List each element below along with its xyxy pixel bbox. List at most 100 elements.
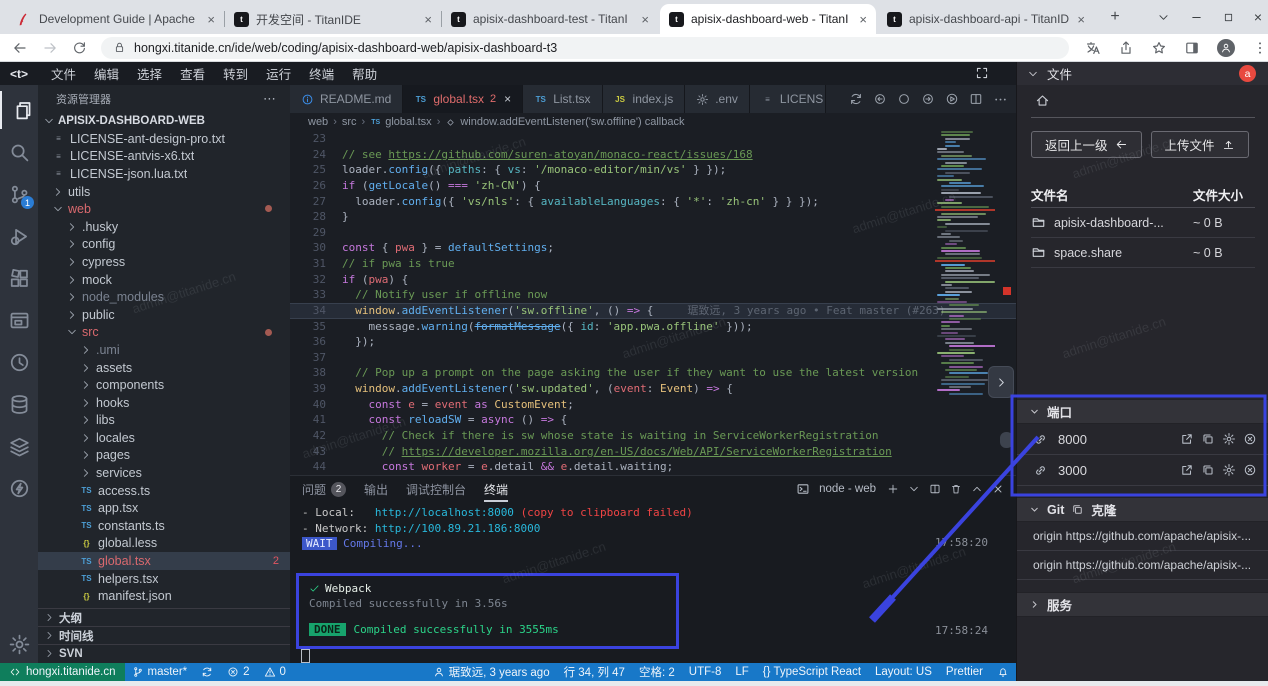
settings-activity-item[interactable] [0,625,38,663]
terminal-icon[interactable] [796,482,810,496]
status-item[interactable]: 行 34, 列 47 [557,664,632,680]
fullscreen-icon[interactable] [975,66,989,80]
browser-tab[interactable]: tapisix-dashboard-api - TitanID× [878,4,1094,34]
window-close-icon[interactable]: × [1254,9,1262,25]
home-icon[interactable] [1035,93,1050,108]
copy-icon[interactable] [1201,463,1215,477]
scrollbar-slider[interactable] [1000,432,1013,448]
split-editor-icon[interactable] [929,483,941,495]
extensions-activity-item[interactable] [0,259,38,297]
code-area[interactable]: 2324// see https://github.com/suren-atoy… [290,131,1016,475]
tree-item[interactable]: ≡LICENSE-antvis-x6.txt [38,148,290,166]
tree-item[interactable]: hooks [38,394,290,412]
tree-item[interactable]: ≡LICENSE-json.lua.txt [38,165,290,183]
status-item[interactable]: 空格: 2 [632,664,682,680]
panel-tab[interactable]: 输出 [364,476,388,502]
breadcrumb-item[interactable]: window.addEventListener('sw.offline') ca… [445,116,684,128]
tree-item[interactable]: web [38,200,290,218]
status-item[interactable] [194,666,220,678]
refresh-icon[interactable] [72,40,87,55]
url-bar[interactable]: hongxi.titanide.cn/ide/web/coding/apisix… [101,37,1069,59]
chevron-up-icon[interactable] [971,483,983,495]
power-activity-item[interactable] [0,469,38,507]
trash-icon[interactable] [950,483,962,495]
share-icon[interactable] [1118,40,1134,56]
tree-item[interactable]: TShelpers.tsx [38,570,290,588]
tree-item[interactable]: cypress [38,253,290,271]
upload-file-button[interactable]: 上传文件 [1151,131,1249,158]
tree-item[interactable]: pages [38,447,290,465]
star-icon[interactable] [1151,40,1167,56]
source-control-activity-item[interactable]: 1 [0,175,38,213]
tree-item[interactable]: TSapp.tsx [38,499,290,517]
tree-item[interactable]: components [38,376,290,394]
menu-dots-icon[interactable] [1252,40,1268,56]
minimap[interactable] [935,131,995,461]
close-icon[interactable]: × [424,13,432,26]
port-row[interactable]: 3000 [1017,455,1268,486]
panel-tab[interactable]: 调试控制台 [406,476,466,502]
git-section-header[interactable]: Git 克隆 [1017,497,1268,522]
go-up-button[interactable]: 返回上一级 [1031,131,1142,158]
browser-tab[interactable]: tapisix-dashboard-web - TitanI× [660,4,876,34]
tree-item[interactable]: {}manifest.json [38,587,290,605]
forward-icon[interactable] [42,40,58,56]
panel-tab[interactable]: 问题2 [302,476,346,502]
terminal-panel[interactable]: 问题2输出调试控制台终端 node - web - Local: http://… [290,475,1016,663]
status-item[interactable]: Layout: US [868,666,939,678]
services-section-header[interactable]: 服务 [1017,592,1268,617]
browser-tab[interactable]: Development Guide | Apache× [8,4,224,34]
sidebar-section-2[interactable]: 时间线 [38,626,290,644]
new-tab-button[interactable]: + [1102,4,1128,30]
close-icon[interactable]: × [641,13,649,26]
tree-item[interactable]: TSaccess.ts [38,482,290,500]
layers-activity-item[interactable] [0,427,38,465]
breadcrumb-item[interactable]: src [342,116,357,128]
code-editor[interactable]: README.mdTSglobal.tsx2×TSList.tsxJSindex… [290,85,1016,475]
status-item[interactable]: UTF-8 [682,666,729,678]
tree-item[interactable]: .husky [38,218,290,236]
tree-item[interactable]: src [38,324,290,342]
menu-item[interactable]: 帮助 [343,64,386,83]
breadcrumb-item[interactable]: TSglobal.tsx [370,116,431,128]
tree-item[interactable]: services [38,464,290,482]
editor-tab[interactable]: JSindex.js [603,85,686,113]
editor-tab[interactable]: ≡LICENS [750,85,826,113]
git-remote-row[interactable]: origin https://github.com/apache/apisix-… [1017,522,1268,551]
tree-item[interactable]: .umi [38,341,290,359]
copy-icon[interactable] [1201,432,1215,446]
close-circle-icon[interactable] [1243,463,1257,477]
close-icon[interactable] [992,483,1004,495]
menu-item[interactable]: 选择 [128,64,171,83]
status-item[interactable]: Prettier [939,666,990,678]
close-icon[interactable]: × [504,92,511,106]
split-editor-icon[interactable] [969,92,983,106]
status-item[interactable]: {} TypeScript React [756,666,868,678]
close-circle-icon[interactable] [1243,432,1257,446]
window-maximize-icon[interactable] [1223,12,1234,23]
status-item[interactable]: master* [125,666,195,678]
tree-item[interactable]: utils [38,183,290,201]
tree-item[interactable]: node_modules [38,288,290,306]
nav-back-icon[interactable] [873,92,887,106]
external-link-icon[interactable] [1180,463,1194,477]
editor-tab[interactable]: README.md [290,85,403,113]
right-panel-header[interactable]: 文件 a [1016,62,1268,85]
avatar-badge[interactable]: a [1239,65,1256,82]
tree-item[interactable]: libs [38,412,290,430]
status-item[interactable]: 琚致远, 3 years ago [426,664,557,680]
nav-forward-icon[interactable] [921,92,935,106]
expand-panel-button[interactable] [988,366,1014,398]
panel-tab[interactable]: 终端 [484,476,508,502]
port-row[interactable]: 8000 [1017,424,1268,455]
translate-icon[interactable] [1085,40,1101,56]
run-circle-icon[interactable] [945,92,959,106]
git-remote-row[interactable]: origin https://github.com/apache/apisix-… [1017,551,1268,580]
menu-item[interactable]: 终端 [300,64,343,83]
sidebar-section-1[interactable]: 大纲 [38,608,290,626]
ports-section-header[interactable]: 端口 [1017,399,1268,424]
browser-tab[interactable]: t开发空间 - TitanIDE× [225,4,441,34]
tree-item[interactable]: TSglobal.tsx2 [38,552,290,570]
chevron-down-icon[interactable] [1157,11,1170,24]
back-icon[interactable] [12,40,28,56]
